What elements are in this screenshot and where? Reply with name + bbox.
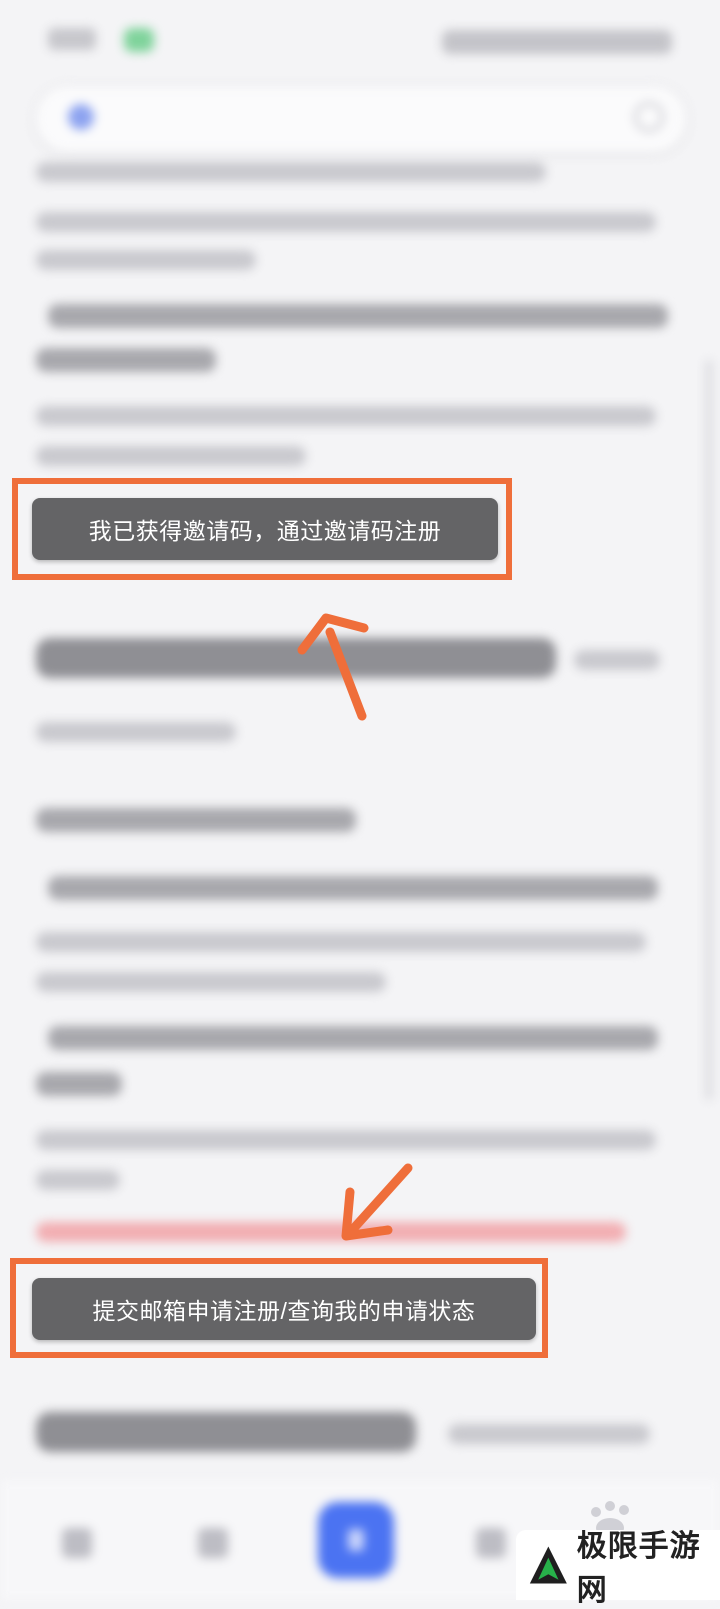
text-line — [36, 212, 656, 232]
site-logo: 极限手游网 — [516, 1530, 720, 1607]
text-line — [36, 932, 646, 952]
text-line — [36, 162, 546, 182]
notice-line — [36, 1222, 626, 1242]
text-line — [36, 406, 656, 426]
section-heading — [36, 638, 556, 678]
scrollbar[interactable] — [706, 360, 712, 1100]
text-line — [48, 1026, 658, 1050]
text-line — [36, 1170, 120, 1190]
text-line — [36, 808, 356, 832]
logo-icon — [529, 1546, 567, 1584]
status-icons — [442, 30, 672, 54]
text-line — [48, 876, 658, 900]
email-apply-register-button[interactable]: 提交邮箱申请注册/查询我的申请状态 — [32, 1278, 536, 1340]
text-line — [36, 972, 386, 992]
search-bar[interactable] — [34, 84, 688, 154]
text-line — [448, 1424, 650, 1444]
text-line — [36, 250, 256, 270]
text-line — [36, 1130, 656, 1150]
text-line — [36, 348, 216, 372]
invite-code-register-button[interactable]: 我已获得邀请码，通过邀请码注册 — [32, 498, 498, 560]
notification-icon — [124, 28, 154, 52]
section-heading — [36, 1412, 416, 1452]
home-icon[interactable] — [318, 1502, 394, 1578]
status-bar — [0, 0, 720, 80]
chevron-left-icon[interactable] — [62, 1528, 92, 1558]
text-line — [36, 722, 236, 742]
tabs-icon[interactable] — [476, 1528, 506, 1558]
scan-icon[interactable] — [634, 102, 664, 132]
compose-icon[interactable] — [198, 1528, 228, 1558]
search-icon — [68, 104, 94, 130]
status-time — [48, 28, 96, 50]
text-line — [36, 446, 306, 466]
text-line — [48, 304, 668, 328]
logo-text: 极限手游网 — [576, 1530, 701, 1607]
text-line — [36, 1072, 122, 1096]
text-line — [574, 650, 660, 670]
